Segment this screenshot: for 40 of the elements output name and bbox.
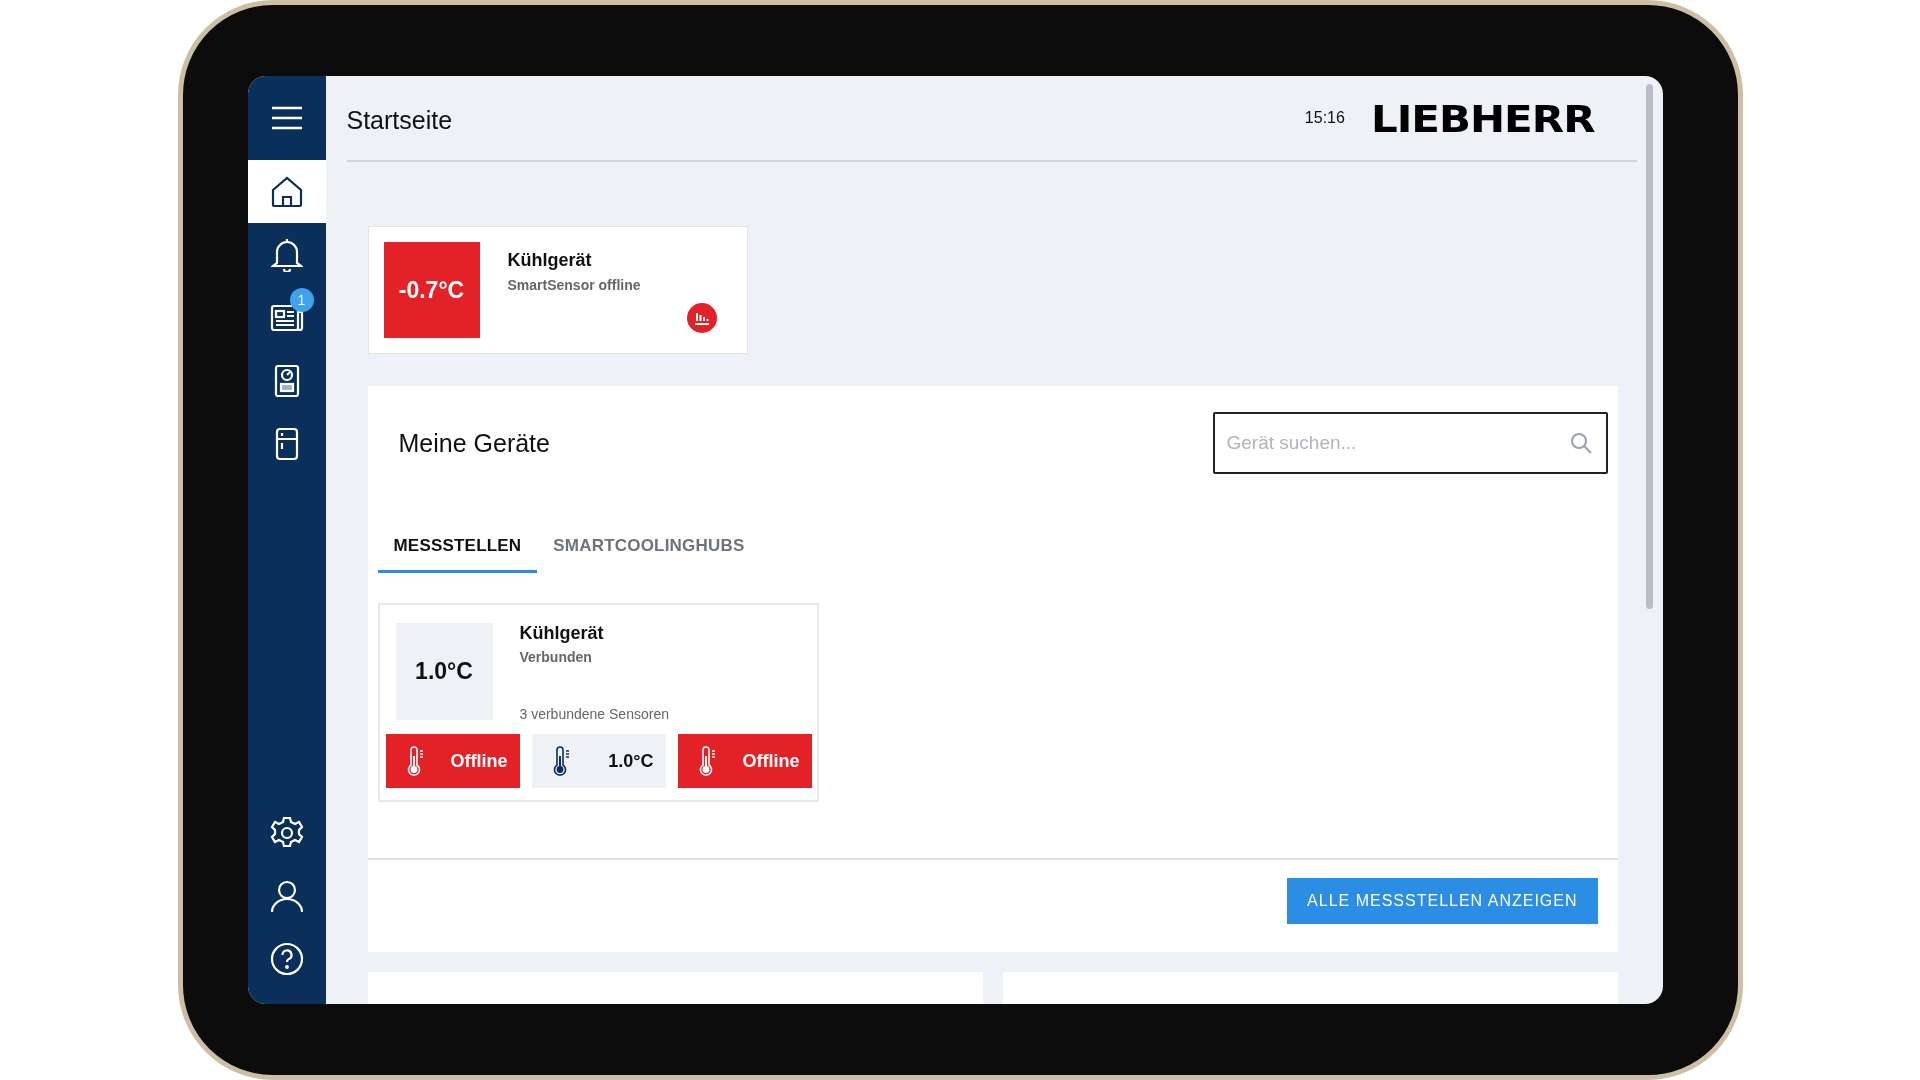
tab[interactable]: SMARTCOOLINGHUBS xyxy=(537,536,761,573)
tab[interactable]: MESSSTELLEN xyxy=(377,536,538,573)
thermometer-icon xyxy=(551,746,572,776)
show-all-button[interactable]: ALLE MESSSTELLEN ANZEIGEN xyxy=(1287,878,1598,924)
device-alert-card[interactable]: -0.7°C Kühlgerät SmartSensor offline xyxy=(367,226,748,354)
notification-badge: 1 xyxy=(289,288,314,312)
user-icon[interactable] xyxy=(269,878,304,913)
sidebar-item[interactable] xyxy=(247,160,326,223)
device-card[interactable]: 1.0°C Kühlgerät Verbunden 3 verbundene Sensoren Offline 1.0°C Offline xyxy=(377,603,819,802)
menu-icon[interactable] xyxy=(270,106,303,130)
sensor-count: 3 verbundene Sensoren xyxy=(519,706,669,722)
fridge-icon xyxy=(274,426,299,461)
chart-icon[interactable] xyxy=(686,303,717,333)
device-status: Verbunden xyxy=(519,649,593,665)
sensor-chip[interactable]: Offline xyxy=(677,734,812,788)
sensor-chip[interactable]: Offline xyxy=(385,734,520,788)
settings-icon[interactable] xyxy=(269,815,304,850)
clock-time: 15:16 xyxy=(1304,109,1345,127)
sensor-chip[interactable]: 1.0°C xyxy=(531,734,666,788)
device-name: Kühlgerät xyxy=(519,623,605,644)
sidebar-item[interactable]: 1 xyxy=(247,286,326,349)
home-icon xyxy=(269,174,304,209)
sensor-reading: 1.0°C xyxy=(608,750,654,772)
thermometer-icon xyxy=(697,746,718,776)
brand-logo: LIEBHERR xyxy=(1370,95,1595,141)
temperature-tile: -0.7°C xyxy=(383,242,480,338)
report-icon xyxy=(273,363,300,398)
device-status: SmartSensor offline xyxy=(507,277,641,293)
search-field[interactable]: Gerät suchen... xyxy=(1212,412,1608,474)
help-icon[interactable] xyxy=(269,941,304,976)
section-title: Meine Geräte xyxy=(398,428,550,458)
scrollbar[interactable] xyxy=(1645,84,1653,609)
sensor-reading: Offline xyxy=(742,750,800,772)
device-name: Kühlgerät xyxy=(507,250,593,271)
page-title: Startseite xyxy=(346,104,454,135)
sensor-reading: Offline xyxy=(450,750,508,772)
thermometer-icon xyxy=(405,746,426,776)
temperature-tile: 1.0°C xyxy=(395,623,493,720)
bell-icon xyxy=(270,237,303,272)
search-icon xyxy=(1569,432,1592,454)
